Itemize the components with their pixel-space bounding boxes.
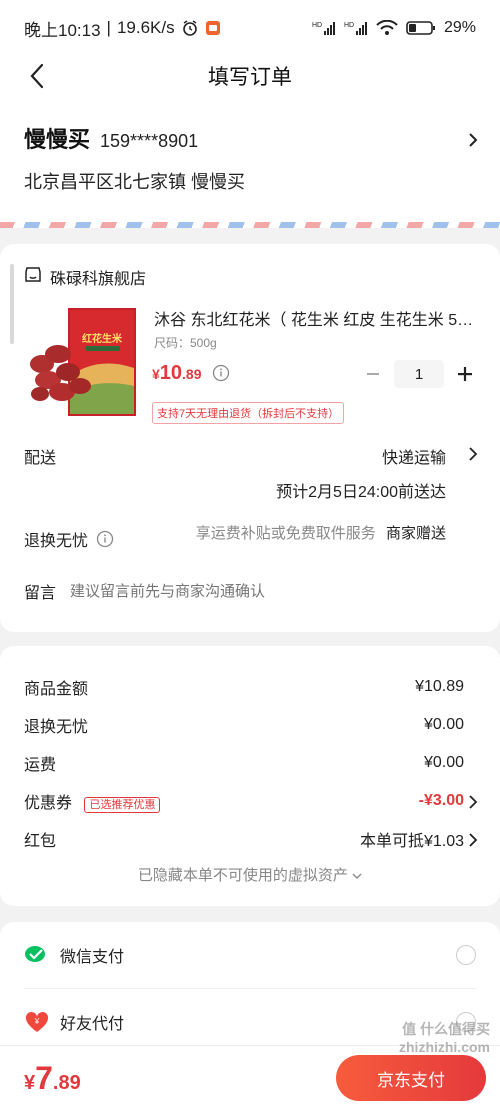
payment-option-wechat[interactable]: 微信支付	[0, 922, 500, 988]
goods-amount-value: ¥10.89	[415, 678, 464, 695]
product-package-text: 红花生米	[82, 332, 123, 345]
delivery-row[interactable]: 配送 快递运输 预计2月5日24:00前送达	[0, 432, 500, 508]
amount-card: 商品金额 ¥10.89 退换无忧 ¥0.00 运费 ¥0.00 优惠券 已选推荐…	[0, 646, 500, 906]
hidden-assets-toggle[interactable]: 已隐藏本单不可使用的虚拟资产	[0, 864, 500, 885]
wechat-pay-radio[interactable]	[456, 945, 476, 965]
chevron-right-icon	[468, 832, 478, 853]
plus-icon	[458, 367, 472, 381]
return-service-label: 退换无忧	[24, 533, 89, 550]
chevron-down-icon	[352, 873, 362, 879]
price-integer: 10	[159, 362, 183, 384]
delivery-info: 快递运输 预计2月5日24:00前送达	[276, 444, 446, 502]
status-right: HD HD 29%	[312, 19, 476, 37]
address-card[interactable]: 慢慢买 159****8901 北京昌平区北七家镇 慢慢买	[0, 96, 500, 228]
svg-text:¥: ¥	[34, 1017, 40, 1026]
return-service-desc: 享运费补贴或免费取件服务 商家赠送	[196, 522, 446, 543]
status-time: 晚上10:13	[24, 20, 101, 40]
shipping-label: 运费	[24, 757, 57, 774]
friend-pay-icon: ¥	[24, 1009, 50, 1035]
shop-icon	[24, 266, 42, 289]
minus-icon	[367, 373, 379, 375]
total-price: ¥ 7 .89	[24, 1060, 81, 1097]
page-title: 填写订单	[208, 66, 292, 89]
chevron-right-icon[interactable]	[468, 132, 478, 153]
price-decimal: .89	[182, 366, 202, 382]
coupon-label: 优惠券	[24, 795, 73, 812]
receiver-name: 慢慢买	[24, 127, 91, 152]
shipping-row: 运费 ¥0.00	[0, 744, 500, 782]
product-item: 红花生米 沐谷 东北红花米（ 花生米 红皮 生花生米 500g 尺码：500g …	[0, 300, 500, 432]
shop-name: 硃碌科旗舰店	[50, 271, 147, 288]
shop-row[interactable]: 硃碌科旗舰店	[0, 244, 500, 288]
friend-pay-label: 好友代付	[60, 1015, 125, 1033]
app-notification-icon	[205, 20, 221, 36]
quantity-stepper: 1	[362, 360, 476, 388]
alarm-icon	[181, 19, 199, 37]
return-amount-label: 退换无忧	[24, 719, 89, 736]
goods-amount-row: 商品金额 ¥10.89	[0, 668, 500, 706]
submit-pay-button[interactable]: 京东支付	[336, 1055, 486, 1101]
return-amount-value: ¥0.00	[423, 716, 464, 733]
product-price: ¥ 10 .89	[152, 362, 202, 385]
watermark: 值 什么值得买 zhizhizhi.com	[399, 1021, 490, 1055]
status-bar: 晚上10:13 | 19.6K/s HD HD 29%	[0, 0, 500, 56]
address-top: 慢慢买 159****8901	[24, 122, 476, 154]
signal-icon-2: HD	[344, 20, 368, 36]
price-currency: ¥	[152, 366, 160, 382]
delivery-eta: 预计2月5日24:00前送达	[276, 484, 446, 501]
chevron-right-icon	[468, 446, 478, 467]
goods-card: 硃碌科旗舰店 红花生米 沐谷 东北红花米（ 花生米 红皮 生花生米 500g 尺…	[0, 244, 500, 632]
note-row: 留言	[0, 558, 500, 608]
return-amount-row: 退换无忧 ¥0.00	[0, 706, 500, 744]
total-decimal: .89	[52, 1072, 81, 1094]
receiver-phone: 159****8901	[100, 131, 199, 151]
delivery-label: 配送	[24, 450, 57, 467]
back-button[interactable]	[22, 60, 52, 92]
chevron-right-icon	[468, 794, 478, 815]
status-speed: 19.6K/s	[116, 18, 175, 37]
svg-text:HD: HD	[312, 22, 322, 29]
total-integer: 7	[35, 1060, 53, 1096]
coupon-tag: 已选推荐优惠	[84, 797, 161, 813]
info-icon[interactable]	[212, 364, 230, 387]
redpacket-label: 红包	[24, 833, 57, 850]
return-service-row[interactable]: 退换无忧 享运费补贴或免费取件服务 商家赠送	[0, 508, 500, 558]
product-image[interactable]: 红花生米	[28, 306, 138, 418]
redpacket-value: 本单可抵¥1.03	[359, 833, 464, 850]
address-line: 北京昌平区北七家镇 慢慢买	[24, 172, 245, 192]
return-service-text: 享运费补贴或免费取件服务	[195, 525, 376, 542]
wechat-pay-label: 微信支付	[60, 949, 125, 966]
note-label: 留言	[24, 585, 57, 602]
coupon-value: -¥3.00	[418, 792, 464, 809]
coupon-row[interactable]: 优惠券 已选推荐优惠 -¥3.00	[0, 782, 500, 820]
delivery-method: 快递运输	[381, 450, 446, 467]
product-title[interactable]: 沐谷 东北红花米（ 花生米 红皮 生花生米 500g	[154, 306, 474, 330]
product-spec: 尺码：500g	[154, 336, 217, 350]
quantity-value[interactable]: 1	[394, 360, 444, 388]
shipping-value: ¥0.00	[423, 754, 464, 771]
svg-text:HD: HD	[344, 22, 354, 29]
return-service-label-group: 退换无忧	[24, 527, 114, 551]
wifi-icon	[376, 20, 398, 36]
battery-icon	[406, 20, 436, 36]
nav-bar: 填写订单	[0, 56, 500, 96]
note-input[interactable]	[70, 582, 391, 600]
coupon-label-group: 优惠券 已选推荐优惠	[24, 789, 161, 813]
decrease-button[interactable]	[362, 363, 384, 385]
wechat-pay-icon	[24, 942, 50, 968]
redpacket-row[interactable]: 红包 本单可抵¥1.03	[0, 820, 500, 858]
total-currency: ¥	[24, 1072, 36, 1094]
status-separator: |	[106, 18, 111, 37]
return-service-gift: 商家赠送	[385, 525, 446, 542]
return-policy-badge: 支持7天无理由退货（拆封后不支持）	[152, 402, 345, 424]
battery-percent: 29%	[443, 19, 476, 36]
back-arrow-icon	[30, 63, 44, 89]
info-icon[interactable]	[96, 530, 114, 548]
signal-icon: HD	[312, 20, 336, 36]
status-left: 晚上10:13 | 19.6K/s	[24, 16, 221, 41]
hidden-assets-text: 已隐藏本单不可使用的虚拟资产	[137, 867, 348, 884]
increase-button[interactable]	[454, 363, 476, 385]
airmail-stripe	[0, 222, 500, 228]
goods-amount-label: 商品金额	[24, 681, 89, 698]
